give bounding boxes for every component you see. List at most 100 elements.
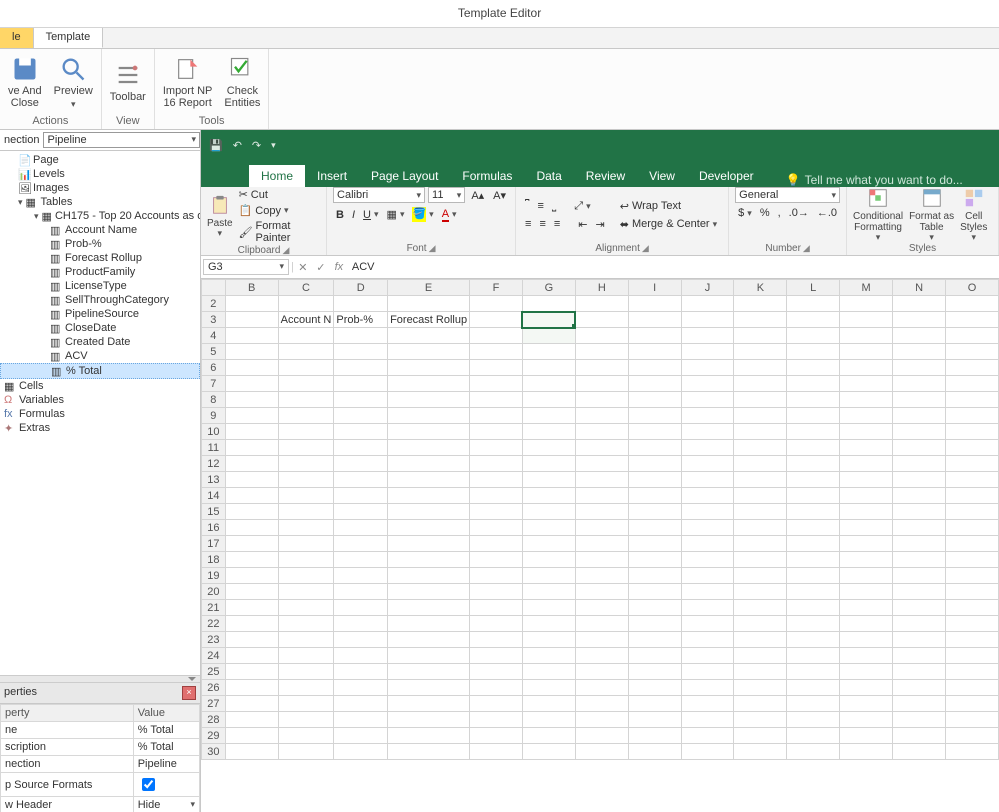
col-header-O[interactable]: O	[945, 280, 998, 296]
cell-B4[interactable]	[225, 328, 278, 344]
cell-C20[interactable]	[278, 584, 334, 600]
cell-D7[interactable]	[334, 376, 388, 392]
cell-F29[interactable]	[470, 728, 523, 744]
fx-icon[interactable]: fx	[330, 261, 348, 273]
cell-O30[interactable]	[945, 744, 998, 760]
cell-C10[interactable]	[278, 424, 334, 440]
cell-F13[interactable]	[470, 472, 523, 488]
cell-E27[interactable]	[388, 696, 470, 712]
cell-F2[interactable]	[470, 296, 523, 312]
cell-H9[interactable]	[575, 408, 628, 424]
cell-F8[interactable]	[470, 392, 523, 408]
tree-node-cells[interactable]: ▦Cells	[0, 379, 200, 393]
enter-formula-icon[interactable]: ✓	[312, 261, 330, 274]
cell-C4[interactable]	[278, 328, 334, 344]
cell-C23[interactable]	[278, 632, 334, 648]
cell-G20[interactable]	[522, 584, 575, 600]
cell-B11[interactable]	[225, 440, 278, 456]
cell-M4[interactable]	[840, 328, 893, 344]
cell-M22[interactable]	[840, 616, 893, 632]
cell-K23[interactable]	[734, 632, 787, 648]
cell-N14[interactable]	[893, 488, 946, 504]
cell-N8[interactable]	[893, 392, 946, 408]
cell-C26[interactable]	[278, 680, 334, 696]
tree-field-account-name[interactable]: ▥Account Name	[0, 223, 200, 237]
cell-G22[interactable]	[522, 616, 575, 632]
cell-G28[interactable]	[522, 712, 575, 728]
row-header-28[interactable]: 28	[202, 712, 226, 728]
cell-O19[interactable]	[945, 568, 998, 584]
row-header-24[interactable]: 24	[202, 648, 226, 664]
close-icon[interactable]: ×	[182, 686, 196, 700]
cell-N20[interactable]	[893, 584, 946, 600]
cell-L16[interactable]	[787, 520, 840, 536]
cell-J28[interactable]	[681, 712, 734, 728]
cell-E17[interactable]	[388, 536, 470, 552]
cell-H26[interactable]	[575, 680, 628, 696]
cell-I21[interactable]	[628, 600, 681, 616]
tree-field-created-date[interactable]: ▥Created Date	[0, 335, 200, 349]
row-header-4[interactable]: 4	[202, 328, 226, 344]
cell-L12[interactable]	[787, 456, 840, 472]
cell-G19[interactable]	[522, 568, 575, 584]
cell-K11[interactable]	[734, 440, 787, 456]
tab-home[interactable]: Home	[249, 165, 305, 187]
cell-M29[interactable]	[840, 728, 893, 744]
tab-template[interactable]: Template	[34, 28, 104, 48]
cell-L5[interactable]	[787, 344, 840, 360]
row-header-17[interactable]: 17	[202, 536, 226, 552]
cell-O18[interactable]	[945, 552, 998, 568]
cell-C24[interactable]	[278, 648, 334, 664]
cell-B26[interactable]	[225, 680, 278, 696]
cell-G18[interactable]	[522, 552, 575, 568]
col-header-J[interactable]: J	[681, 280, 734, 296]
cell-O26[interactable]	[945, 680, 998, 696]
cell-N12[interactable]	[893, 456, 946, 472]
cell-C7[interactable]	[278, 376, 334, 392]
cell-K3[interactable]	[734, 312, 787, 328]
cell-D30[interactable]	[334, 744, 388, 760]
cell-L20[interactable]	[787, 584, 840, 600]
qat-customize-icon[interactable]: ▾	[271, 140, 276, 151]
merge-center-button[interactable]: ⬌Merge & Center▾	[617, 217, 720, 232]
cell-G7[interactable]	[522, 376, 575, 392]
cell-J2[interactable]	[681, 296, 734, 312]
cell-G10[interactable]	[522, 424, 575, 440]
cell-G16[interactable]	[522, 520, 575, 536]
cell-N25[interactable]	[893, 664, 946, 680]
cell-G12[interactable]	[522, 456, 575, 472]
cell-I29[interactable]	[628, 728, 681, 744]
cell-H19[interactable]	[575, 568, 628, 584]
tab-data[interactable]: Data	[524, 165, 573, 187]
cell-H7[interactable]	[575, 376, 628, 392]
cell-H28[interactable]	[575, 712, 628, 728]
cell-F3[interactable]	[470, 312, 523, 328]
shrink-font-button[interactable]: A▾	[490, 187, 509, 203]
format-as-table-button[interactable]: Format as Table▾	[909, 187, 954, 243]
cell-D27[interactable]	[334, 696, 388, 712]
cell-J15[interactable]	[681, 504, 734, 520]
row-header-5[interactable]: 5	[202, 344, 226, 360]
cell-B5[interactable]	[225, 344, 278, 360]
cell-H4[interactable]	[575, 328, 628, 344]
cell-B8[interactable]	[225, 392, 278, 408]
cell-B13[interactable]	[225, 472, 278, 488]
cell-L2[interactable]	[787, 296, 840, 312]
check-entities-button[interactable]: Check Entities	[224, 55, 260, 109]
cell-F24[interactable]	[470, 648, 523, 664]
cell-H17[interactable]	[575, 536, 628, 552]
currency-button[interactable]: $▾	[735, 206, 755, 220]
cell-O28[interactable]	[945, 712, 998, 728]
cell-E19[interactable]	[388, 568, 470, 584]
row-header-25[interactable]: 25	[202, 664, 226, 680]
tree-node-table[interactable]: ▾▦CH175 - Top 20 Accounts as of 05-19	[0, 209, 200, 223]
cell-J25[interactable]	[681, 664, 734, 680]
cell-L28[interactable]	[787, 712, 840, 728]
row-header-26[interactable]: 26	[202, 680, 226, 696]
tree-field-sellthroughcategory[interactable]: ▥SellThroughCategory	[0, 293, 200, 307]
props-row[interactable]: nectionPipeline	[1, 756, 200, 773]
cell-L3[interactable]	[787, 312, 840, 328]
cell-O11[interactable]	[945, 440, 998, 456]
cell-O7[interactable]	[945, 376, 998, 392]
cell-E4[interactable]	[388, 328, 470, 344]
